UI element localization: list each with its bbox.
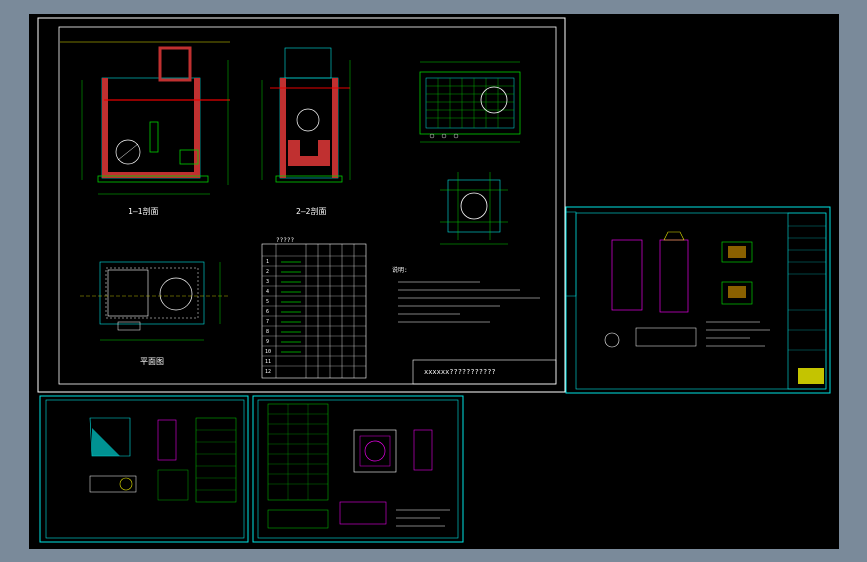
svg-text:7: 7 — [266, 319, 269, 325]
notes-block: 说明: — [392, 266, 540, 323]
svg-text:8: 8 — [266, 329, 269, 335]
svg-text:12: 12 — [265, 369, 271, 375]
rebar-plan-drawing — [419, 61, 521, 143]
bottom-left-sheet[interactable] — [39, 395, 249, 543]
svg-text:1: 1 — [266, 259, 269, 265]
svg-text:9: 9 — [266, 339, 269, 345]
plan-view-drawing: 平面图 — [80, 261, 230, 366]
svg-text:xxxxxx???????????: xxxxxx??????????? — [424, 368, 496, 376]
plan-view-label: 平面图 — [140, 357, 164, 366]
right-sheet[interactable] — [565, 206, 831, 394]
cover-slab-drawing — [440, 172, 508, 245]
svg-text:10: 10 — [265, 349, 271, 355]
svg-text:6: 6 — [266, 309, 269, 315]
bar-schedule-table: ????? 1 2 3 4 5 6 7 8 9 10 11 12 — [261, 237, 367, 379]
svg-text:11: 11 — [265, 359, 271, 365]
bottom-mid-sheet[interactable] — [252, 395, 464, 543]
section-2-2-label: 2—2剖面 — [296, 206, 326, 216]
section-2-2-drawing: 2—2剖面 — [261, 47, 351, 216]
svg-text:3: 3 — [266, 279, 269, 285]
cad-drawing-canvas[interactable]: xxxxxx??????????? 1—1剖面 2—2剖面 平面图 ????? … — [0, 0, 867, 562]
title-block: xxxxxx??????????? — [412, 359, 557, 385]
svg-text:说明:: 说明: — [392, 266, 408, 274]
svg-text:5: 5 — [266, 299, 269, 305]
section-1-1-drawing: 1—1剖面 — [60, 41, 230, 216]
svg-text:4: 4 — [266, 289, 269, 295]
svg-text:2: 2 — [266, 269, 269, 275]
section-1-1-label: 1—1剖面 — [128, 206, 158, 216]
svg-text:?????: ????? — [276, 237, 294, 244]
